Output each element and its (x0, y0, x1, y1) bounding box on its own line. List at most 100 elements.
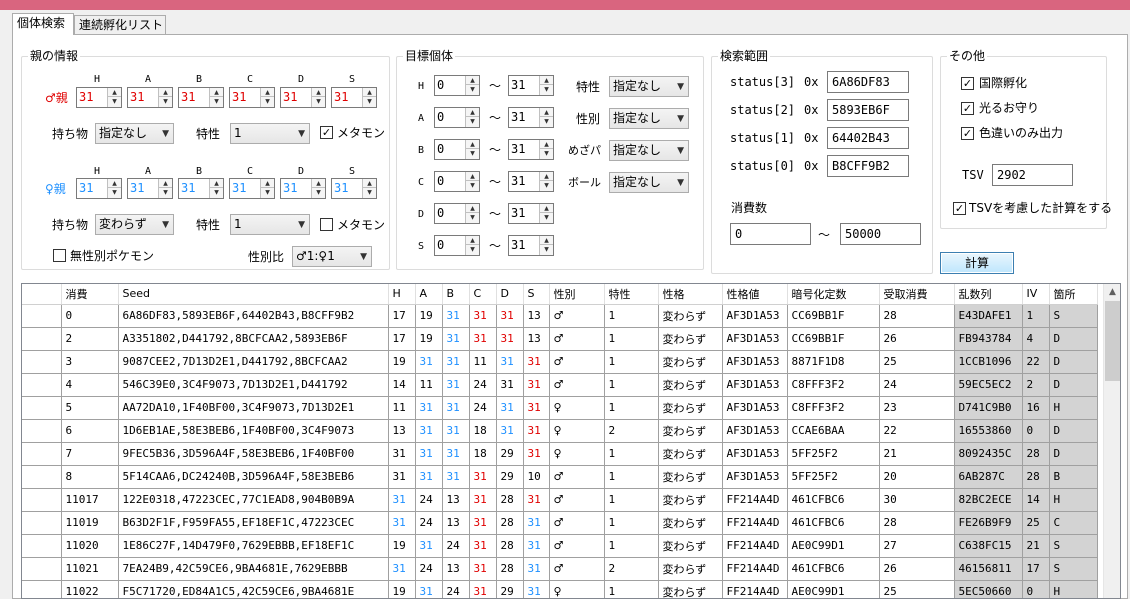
female-iv-b-spinner[interactable]: 31 ▲ ▼ (178, 178, 224, 199)
grid-column-header[interactable]: C (469, 284, 497, 305)
tab-continuous-hatch-list[interactable]: 連続孵化リスト (74, 15, 166, 34)
spin-up-icon[interactable]: ▲ (540, 236, 553, 245)
spin-up-icon[interactable]: ▲ (540, 172, 553, 181)
spin-down-icon[interactable]: ▼ (312, 97, 325, 106)
grid-column-header[interactable]: D (496, 284, 524, 305)
genderless-checkbox[interactable] (53, 249, 66, 262)
grid-column-header[interactable]: 受取消費 (879, 284, 955, 305)
table-row[interactable]: 11019 B63D2F1F,F959FA55,EF18EF1C,47223CEC… (22, 511, 1098, 535)
spin-up-icon[interactable]: ▲ (261, 179, 274, 188)
table-row[interactable]: 11022 F5C71720,ED84A1C5,42C59CE6,9BA4681E… (22, 580, 1098, 598)
calculate-button[interactable]: 計算 (940, 252, 1014, 274)
grid-column-header[interactable]: 性格 (658, 284, 723, 305)
status0-input[interactable]: B8CFF9B2 (827, 155, 909, 177)
spin-up-icon[interactable]: ▲ (261, 88, 274, 97)
row-header[interactable] (22, 327, 62, 351)
row-header[interactable] (22, 534, 62, 558)
results-grid[interactable]: 消費 Seed H A B C D S 性別 特性 性格 性格値 暗号化定数 受取消費 乱数列 IV 箇所 06… (21, 283, 1121, 599)
target-h-min-spinner[interactable]: 0 ▲ ▼ (434, 75, 480, 96)
spin-up-icon[interactable]: ▲ (466, 204, 479, 213)
spin-up-icon[interactable]: ▲ (210, 179, 223, 188)
spin-up-icon[interactable]: ▲ (159, 88, 172, 97)
female-iv-c-spinner[interactable]: 31 ▲ ▼ (229, 178, 275, 199)
spin-down-icon[interactable]: ▼ (466, 213, 479, 222)
spin-up-icon[interactable]: ▲ (540, 204, 553, 213)
spin-up-icon[interactable]: ▲ (466, 140, 479, 149)
female-iv-a-spinner[interactable]: 31 ▲ ▼ (127, 178, 173, 199)
scroll-thumb[interactable] (1105, 301, 1120, 381)
table-row[interactable]: 11021 7EA24B9,42C59CE6,9BA4681E,7629EBBB 3… (22, 557, 1098, 581)
spin-up-icon[interactable]: ▲ (466, 108, 479, 117)
shiny-charm-checkbox[interactable]: ✓ (961, 102, 974, 115)
spin-down-icon[interactable]: ▼ (540, 213, 553, 222)
tsv-input[interactable]: 2902 (992, 164, 1073, 186)
target-c-min-spinner[interactable]: 0 ▲ ▼ (434, 171, 480, 192)
grid-column-header[interactable]: H (388, 284, 416, 305)
tsv-consider-checkbox[interactable]: ✓ (953, 202, 966, 215)
male-iv-d-spinner[interactable]: 31 ▲ ▼ (280, 87, 326, 108)
shiny-only-checkbox[interactable]: ✓ (961, 127, 974, 140)
target-ability-select[interactable]: 指定なし ▼ (609, 76, 689, 97)
row-header[interactable] (22, 419, 62, 443)
row-header[interactable] (22, 580, 62, 598)
spin-down-icon[interactable]: ▼ (261, 97, 274, 106)
grid-column-header[interactable]: 性格値 (722, 284, 788, 305)
target-hidden-power-select[interactable]: 指定なし ▼ (609, 140, 689, 161)
female-item-select[interactable]: 変わらず ▼ (95, 214, 174, 235)
spin-down-icon[interactable]: ▼ (540, 149, 553, 158)
row-header[interactable] (22, 304, 62, 328)
spin-down-icon[interactable]: ▼ (466, 85, 479, 94)
spin-up-icon[interactable]: ▲ (363, 179, 376, 188)
spin-up-icon[interactable]: ▲ (466, 172, 479, 181)
row-header[interactable] (22, 511, 62, 535)
male-iv-c-spinner[interactable]: 31 ▲ ▼ (229, 87, 275, 108)
row-header[interactable] (22, 350, 62, 374)
male-item-select[interactable]: 指定なし ▼ (95, 123, 174, 144)
target-s-min-spinner[interactable]: 0 ▲ ▼ (434, 235, 480, 256)
row-header[interactable] (22, 488, 62, 512)
spin-down-icon[interactable]: ▼ (540, 117, 553, 126)
spin-down-icon[interactable]: ▼ (108, 97, 121, 106)
target-d-min-spinner[interactable]: 0 ▲ ▼ (434, 203, 480, 224)
grid-column-header[interactable]: B (442, 284, 470, 305)
spin-down-icon[interactable]: ▼ (466, 181, 479, 190)
status3-input[interactable]: 6A86DF83 (827, 71, 909, 93)
male-iv-s-spinner[interactable]: 31 ▲ ▼ (331, 87, 377, 108)
spin-up-icon[interactable]: ▲ (312, 179, 325, 188)
table-row[interactable]: 6 1D6EB1AE,58E3BEB6,1F40BF00,3C4F9073 13 31… (22, 419, 1098, 443)
male-iv-a-spinner[interactable]: 31 ▲ ▼ (127, 87, 173, 108)
spin-up-icon[interactable]: ▲ (363, 88, 376, 97)
table-row[interactable]: 0 6A86DF83,5893EB6F,64402B43,B8CFF9B2 17 19… (22, 304, 1098, 328)
vertical-scrollbar[interactable]: ▲ (1103, 284, 1120, 598)
target-c-max-spinner[interactable]: 31 ▲ ▼ (508, 171, 554, 192)
target-ball-select[interactable]: 指定なし ▼ (609, 172, 689, 193)
scroll-up-icon[interactable]: ▲ (1104, 284, 1120, 301)
grid-column-header[interactable]: 箇所 (1049, 284, 1098, 305)
spin-down-icon[interactable]: ▼ (466, 117, 479, 126)
row-header[interactable] (22, 373, 62, 397)
table-row[interactable]: 8 5F14CAA6,DC24240B,3D596A4F,58E3BEB6 31 31… (22, 465, 1098, 489)
male-ditto-checkbox[interactable]: ✓ (320, 126, 333, 139)
spin-up-icon[interactable]: ▲ (540, 140, 553, 149)
male-iv-h-spinner[interactable]: 31 ▲ ▼ (76, 87, 122, 108)
spin-up-icon[interactable]: ▲ (108, 88, 121, 97)
spin-down-icon[interactable]: ▼ (108, 188, 121, 197)
grid-column-header[interactable]: A (415, 284, 443, 305)
row-header[interactable] (22, 442, 62, 466)
consume-max-input[interactable]: 50000 (840, 223, 921, 245)
target-b-min-spinner[interactable]: 0 ▲ ▼ (434, 139, 480, 160)
female-iv-d-spinner[interactable]: 31 ▲ ▼ (280, 178, 326, 199)
spin-down-icon[interactable]: ▼ (210, 188, 223, 197)
spin-down-icon[interactable]: ▼ (312, 188, 325, 197)
grid-column-header[interactable]: 性別 (549, 284, 605, 305)
grid-column-header[interactable]: 乱数列 (954, 284, 1023, 305)
consume-min-input[interactable]: 0 (730, 223, 811, 245)
target-gender-select[interactable]: 指定なし ▼ (609, 108, 689, 129)
female-iv-h-spinner[interactable]: 31 ▲ ▼ (76, 178, 122, 199)
tab-individual-search[interactable]: 個体検索 (12, 13, 74, 35)
spin-up-icon[interactable]: ▲ (210, 88, 223, 97)
status2-input[interactable]: 5893EB6F (827, 99, 909, 121)
spin-down-icon[interactable]: ▼ (159, 188, 172, 197)
spin-down-icon[interactable]: ▼ (466, 245, 479, 254)
spin-up-icon[interactable]: ▲ (159, 179, 172, 188)
